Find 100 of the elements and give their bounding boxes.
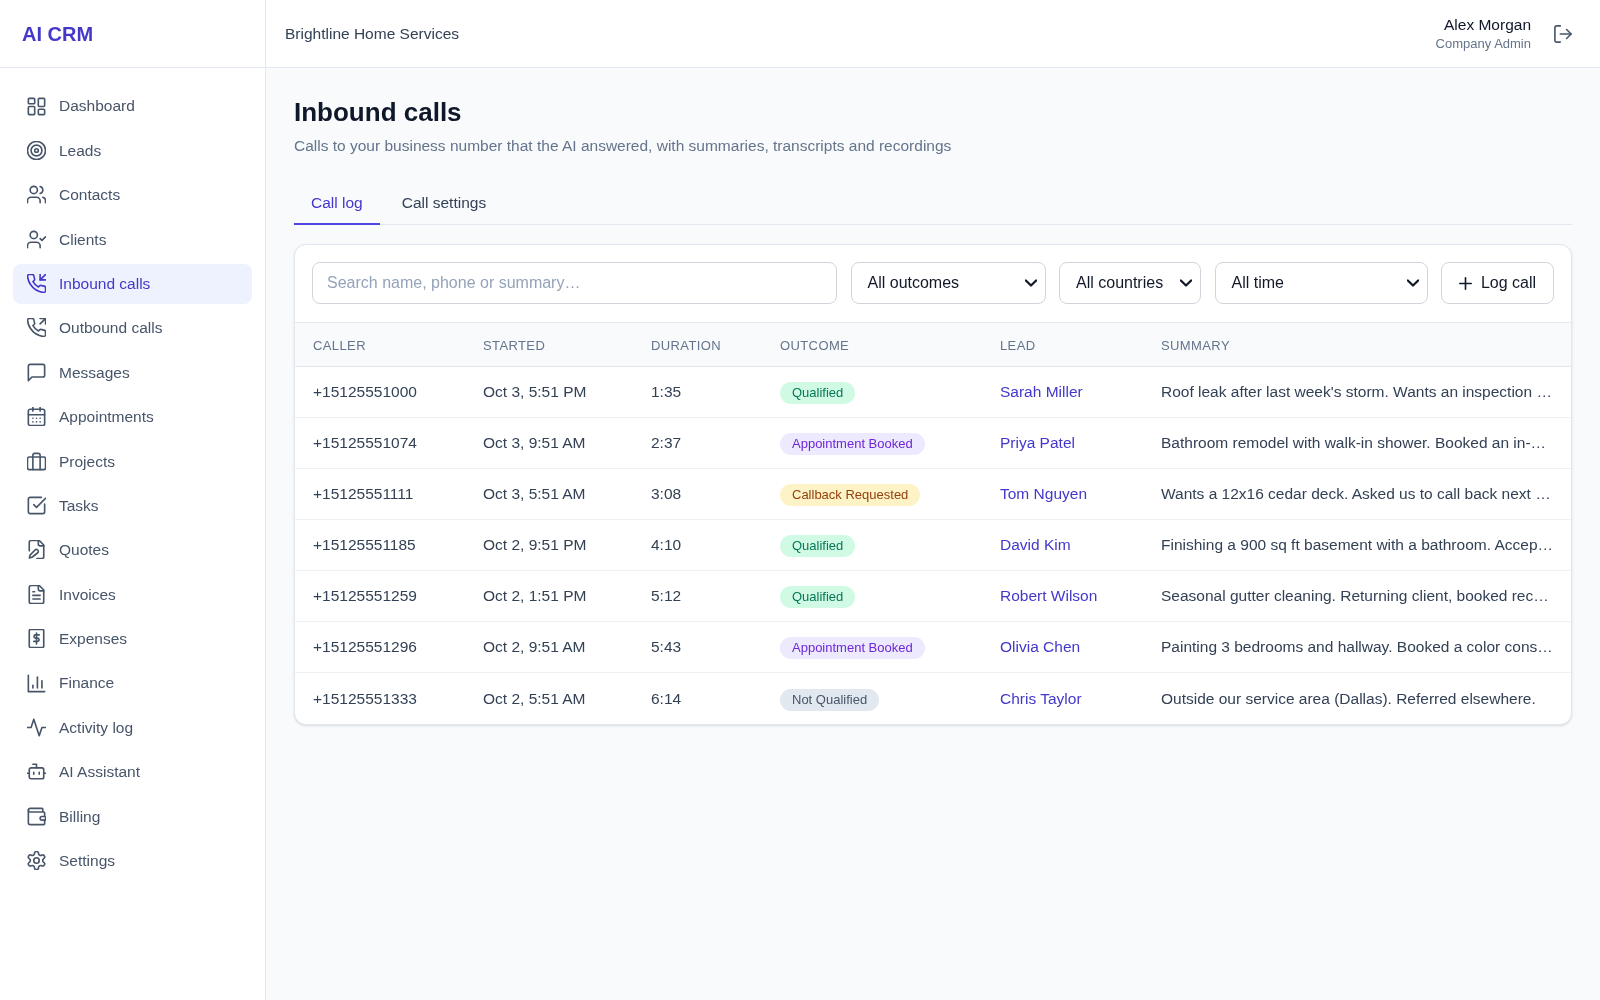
nav-link[interactable]: Appointments bbox=[13, 396, 252, 437]
nav-link[interactable]: Dashboard bbox=[13, 86, 252, 126]
settings-icon bbox=[27, 851, 46, 871]
nav-link[interactable]: Billing bbox=[13, 796, 252, 837]
square-check-icon bbox=[27, 496, 46, 515]
nav-link[interactable]: Inbound calls bbox=[13, 263, 252, 304]
log-call-button[interactable]: Log call bbox=[1441, 262, 1554, 304]
outcome-badge: Qualified bbox=[780, 586, 856, 608]
filter-dropdown[interactable]: All countries bbox=[1059, 262, 1201, 304]
caller-number: +15125551111 bbox=[313, 485, 414, 502]
call-duration: 5:43 bbox=[651, 638, 682, 655]
nav-link[interactable]: Messages bbox=[13, 352, 252, 393]
call-duration: 6:14 bbox=[651, 689, 682, 707]
caller-number: +15125551000 bbox=[313, 383, 417, 400]
search-field[interactable]: Search name, phone or summary… bbox=[312, 262, 837, 304]
start-time: Oct 2, 9:51 AM bbox=[483, 638, 586, 655]
lead-link[interactable]: Sarah Miller bbox=[1000, 383, 1083, 400]
tab[interactable]: Call log bbox=[294, 183, 380, 225]
call-duration: 2:37 bbox=[651, 434, 682, 451]
nav-link[interactable]: Projects bbox=[13, 441, 252, 482]
calendar-icon bbox=[27, 407, 46, 427]
outcome-badge: Qualified bbox=[780, 382, 856, 404]
page-title: Inbound calls bbox=[294, 96, 463, 128]
bar-chart-icon bbox=[27, 673, 46, 693]
summary-text: Wants a 12x16 cedar deck. Asked us to call back next … bbox=[1161, 485, 1551, 502]
summary-text: Finishing a 900 sq ft basement with a bathroom. Accep… bbox=[1161, 536, 1554, 553]
robot-icon bbox=[27, 762, 46, 782]
summary-text: Painting 3 bedrooms and hallway. Booked a color cons… bbox=[1161, 638, 1553, 655]
start-time: Oct 2, 9:51 PM bbox=[483, 536, 587, 553]
nav-link[interactable]: AI Assistant bbox=[13, 751, 252, 792]
plus-icon bbox=[1458, 276, 1472, 290]
caller-number: +15125551296 bbox=[313, 638, 417, 655]
lead-link[interactable]: Olivia Chen bbox=[1000, 638, 1081, 655]
summary-text: Outside our service area (Dallas). Referred elsewhere. bbox=[1161, 689, 1536, 707]
company-name: Brightline Home Services bbox=[285, 23, 459, 44]
nav-link[interactable]: Clients bbox=[13, 219, 252, 260]
filter-dropdown[interactable]: All outcomes bbox=[850, 262, 1046, 304]
chevron-down-icon bbox=[1406, 279, 1419, 287]
dollar-document-icon bbox=[27, 629, 46, 649]
layout-grid-icon bbox=[27, 96, 46, 116]
document-pen-icon bbox=[27, 540, 46, 560]
column-header: OUTCOME bbox=[780, 337, 850, 353]
column-header: SUMMARY bbox=[1161, 337, 1230, 353]
nav-link[interactable]: Invoices bbox=[13, 574, 252, 615]
column-header: DURATION bbox=[651, 337, 722, 353]
call-duration: 1:35 bbox=[651, 383, 682, 400]
caller-number: +15125551333 bbox=[313, 689, 417, 707]
caller-number: +15125551185 bbox=[313, 536, 416, 553]
nav-link[interactable]: Contacts bbox=[13, 174, 252, 215]
lead-link[interactable]: Tom Nguyen bbox=[1000, 485, 1087, 502]
document-icon bbox=[27, 584, 46, 604]
lead-link[interactable]: Priya Patel bbox=[1000, 434, 1075, 451]
summary-text: Seasonal gutter cleaning. Returning client, booked rec… bbox=[1161, 587, 1549, 604]
column-header: STARTED bbox=[483, 337, 546, 353]
user-role: Company Admin bbox=[1435, 34, 1531, 53]
phone-outgoing-icon bbox=[27, 318, 46, 338]
tab[interactable]: Call settings bbox=[384, 183, 504, 225]
nav-link[interactable]: Finance bbox=[13, 663, 252, 704]
column-header: CALLER bbox=[313, 337, 366, 353]
outcome-badge: Qualified bbox=[780, 535, 856, 557]
summary-text: Bathroom remodel with walk-in shower. Booked an in-… bbox=[1161, 434, 1547, 451]
nav-link[interactable]: Outbound calls bbox=[13, 307, 252, 348]
user-check-icon bbox=[27, 229, 46, 249]
caller-number: +15125551074 bbox=[313, 434, 417, 451]
start-time: Oct 2, 5:51 AM bbox=[483, 689, 586, 707]
lead-link[interactable]: Chris Taylor bbox=[1000, 689, 1082, 707]
call-duration: 5:12 bbox=[651, 587, 682, 604]
outcome-badge: Appointment Booked bbox=[780, 433, 925, 455]
chevron-down-icon bbox=[1180, 279, 1192, 287]
chat-bubble-icon bbox=[27, 362, 46, 382]
chevron-down-icon bbox=[1024, 279, 1037, 287]
start-time: Oct 3, 5:51 AM bbox=[483, 485, 586, 502]
app-logo: AI CRM bbox=[22, 21, 94, 46]
target-icon bbox=[27, 140, 46, 160]
call-duration: 4:10 bbox=[651, 536, 682, 553]
nav-link[interactable]: Activity log bbox=[13, 707, 252, 748]
briefcase-icon bbox=[27, 451, 46, 471]
outcome-badge: Callback Requested bbox=[780, 484, 921, 506]
nav-link[interactable]: Settings bbox=[13, 840, 252, 881]
lead-link[interactable]: Robert Wilson bbox=[1000, 587, 1098, 604]
nav-link[interactable]: Quotes bbox=[13, 529, 252, 570]
lead-link[interactable]: David Kim bbox=[1000, 536, 1071, 553]
page-subtitle: Calls to your business number that the AI answered, with summaries, transcripts and recordings bbox=[294, 136, 953, 156]
start-time: Oct 3, 5:51 PM bbox=[483, 383, 587, 400]
call-duration: 3:08 bbox=[651, 485, 682, 502]
users-icon bbox=[27, 185, 46, 205]
user-name: Alex Morgan bbox=[1444, 14, 1531, 35]
nav-link[interactable]: Expenses bbox=[13, 618, 252, 659]
outcome-badge: Not Qualified bbox=[780, 688, 880, 711]
filter-dropdown[interactable]: All time bbox=[1214, 262, 1428, 304]
nav-link[interactable]: Tasks bbox=[13, 485, 252, 526]
start-time: Oct 2, 1:51 PM bbox=[483, 587, 587, 604]
column-header: LEAD bbox=[1000, 337, 1036, 353]
start-time: Oct 3, 9:51 AM bbox=[483, 434, 586, 451]
caller-number: +15125551259 bbox=[313, 587, 417, 604]
nav-link[interactable]: Leads bbox=[13, 130, 252, 171]
wallet-icon bbox=[27, 806, 46, 826]
outcome-badge: Appointment Booked bbox=[780, 637, 925, 659]
pulse-icon bbox=[27, 717, 46, 737]
logout-icon[interactable] bbox=[1554, 24, 1572, 43]
